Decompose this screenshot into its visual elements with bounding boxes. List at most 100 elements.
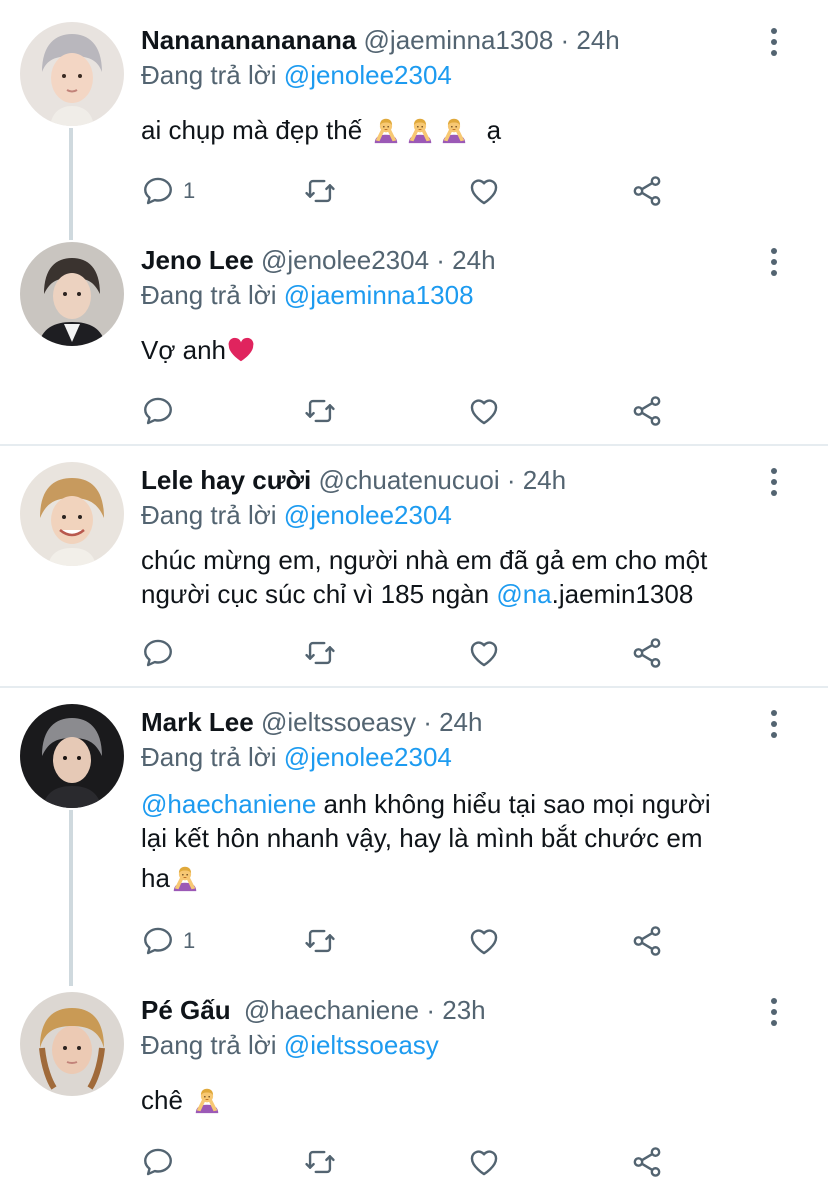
replying-label: Đang trả lời <box>141 280 277 310</box>
handle-time: @jenolee2304 · 24h <box>260 245 496 275</box>
action-bar: 1 <box>141 173 681 209</box>
like-button[interactable] <box>467 1144 501 1180</box>
retweet-button[interactable] <box>303 173 337 209</box>
replying-mention[interactable]: @ieltssoeasy <box>284 1030 439 1060</box>
tweet-text-main: ai chụp mà đẹp thế <box>141 115 363 145</box>
tweet[interactable]: Mark Lee @ieltssoeasy · 24h Đang trả lời… <box>0 688 828 986</box>
like-icon <box>467 394 501 428</box>
person-gesturing-no-emoji <box>371 115 401 145</box>
share-button[interactable] <box>630 635 664 671</box>
tweet-text: @haechaniene anh không hiểu tại sao mọi … <box>141 787 801 895</box>
like-icon <box>467 1145 501 1179</box>
like-icon <box>467 636 501 670</box>
tweet-text-main: chê <box>141 1085 183 1115</box>
tweet-text: chúc mừng em, người nhà em đã gả em cho … <box>141 543 801 611</box>
replying-to: Đang trả lời @ieltssoeasy <box>141 1029 439 1061</box>
share-icon <box>630 174 664 208</box>
thread-line <box>69 810 73 986</box>
display-name[interactable]: Pé Gấu <box>141 995 231 1025</box>
display-name[interactable]: Lele hay cười <box>141 465 311 495</box>
more-icon[interactable] <box>762 996 786 1028</box>
like-button[interactable] <box>467 635 501 671</box>
replying-to: Đang trả lời @jenolee2304 <box>141 741 452 773</box>
share-button[interactable] <box>630 173 664 209</box>
retweet-button[interactable] <box>303 923 337 959</box>
reply-button[interactable]: 1 <box>141 173 195 209</box>
replying-mention[interactable]: @jenolee2304 <box>284 742 452 772</box>
replying-mention[interactable]: @jenolee2304 <box>284 60 452 90</box>
avatar[interactable] <box>20 992 124 1096</box>
tweet[interactable]: Pé Gấu @haechaniene · 23h Đang trả lời @… <box>0 976 828 1190</box>
avatar[interactable] <box>20 704 124 808</box>
tweet-text-line: ha <box>141 861 801 895</box>
display-name[interactable]: Jeno Lee <box>141 245 254 275</box>
replying-label: Đang trả lời <box>141 742 277 772</box>
tweet-header: Lele hay cười @chuatenucuoi · 24h <box>141 464 566 496</box>
action-bar <box>141 635 681 671</box>
handle-time: @chuatenucuoi · 24h <box>318 465 567 495</box>
tweet-header: Pé Gấu @haechaniene · 23h <box>141 994 486 1026</box>
inline-mention[interactable]: @na <box>496 579 551 609</box>
more-icon[interactable] <box>762 26 786 58</box>
retweet-button[interactable] <box>303 635 337 671</box>
replying-mention[interactable]: @jaeminna1308 <box>284 280 474 310</box>
replying-to: Đang trả lời @jenolee2304 <box>141 59 452 91</box>
avatar[interactable] <box>20 22 124 126</box>
tweet-header: Mark Lee @ieltssoeasy · 24h <box>141 706 482 738</box>
more-icon[interactable] <box>762 466 786 498</box>
share-icon <box>630 394 664 428</box>
reply-count: 1 <box>183 928 196 953</box>
avatar[interactable] <box>20 462 124 566</box>
person-gesturing-no-emoji <box>170 863 200 893</box>
more-icon[interactable] <box>762 708 786 740</box>
handle-time: @jaeminna1308 · 24h <box>363 25 620 55</box>
tweet-text-fragment: .jaemin1308 <box>551 579 694 609</box>
tweet[interactable]: Jeno Lee @jenolee2304 · 24h Đang trả lời… <box>0 222 828 444</box>
tweet-text-main: Vợ anh <box>141 335 226 365</box>
retweet-icon <box>303 174 337 208</box>
display-name[interactable]: Mark Lee <box>141 707 254 737</box>
tweet[interactable]: Nanananananana @jaeminna1308 · 24h Đang … <box>0 0 828 240</box>
like-button[interactable] <box>467 923 501 959</box>
reply-button[interactable] <box>141 393 183 429</box>
tweet-text-line: lại kết hôn nhanh vậy, hay là mình bắt c… <box>141 823 703 853</box>
reply-icon <box>141 174 175 208</box>
retweet-button[interactable] <box>303 1144 337 1180</box>
avatar[interactable] <box>20 242 124 346</box>
reply-count: 1 <box>183 178 196 203</box>
share-button[interactable] <box>630 393 664 429</box>
inline-mention[interactable]: @haechaniene <box>141 789 316 819</box>
reply-icon <box>141 394 175 428</box>
reply-button[interactable] <box>141 1144 183 1180</box>
retweet-icon <box>303 394 337 428</box>
share-icon <box>630 924 664 958</box>
handle-time: @haechaniene · 23h <box>243 995 486 1025</box>
person-gesturing-no-emoji <box>192 1085 222 1115</box>
share-button[interactable] <box>630 1144 664 1180</box>
like-button[interactable] <box>467 173 501 209</box>
replying-label: Đang trả lời <box>141 500 277 530</box>
reply-button[interactable] <box>141 635 183 671</box>
reply-icon <box>141 924 175 958</box>
like-icon <box>467 924 501 958</box>
tweet-text: ai chụp mà đẹp thế ạ <box>141 113 801 147</box>
action-bar <box>141 1144 681 1180</box>
replying-mention[interactable]: @jenolee2304 <box>284 500 452 530</box>
like-button[interactable] <box>467 393 501 429</box>
person-gesturing-no-emoji <box>439 115 469 145</box>
action-bar: 1 <box>141 923 681 959</box>
retweet-icon <box>303 1145 337 1179</box>
tweet[interactable]: Lele hay cười @chuatenucuoi · 24h Đang t… <box>0 446 828 686</box>
retweet-button[interactable] <box>303 393 337 429</box>
tweet-text: chê <box>141 1083 801 1117</box>
tweet-text-suffix: ạ <box>486 115 502 145</box>
retweet-icon <box>303 636 337 670</box>
share-button[interactable] <box>630 923 664 959</box>
display-name[interactable]: Nanananananana <box>141 25 356 55</box>
tweet-text-line: @haechaniene anh không hiểu tại sao mọi … <box>141 787 801 821</box>
reply-icon <box>141 1145 175 1179</box>
red-heart-emoji <box>226 335 256 365</box>
reply-button[interactable]: 1 <box>141 923 195 959</box>
replying-to: Đang trả lời @jaeminna1308 <box>141 279 474 311</box>
more-icon[interactable] <box>762 246 786 278</box>
